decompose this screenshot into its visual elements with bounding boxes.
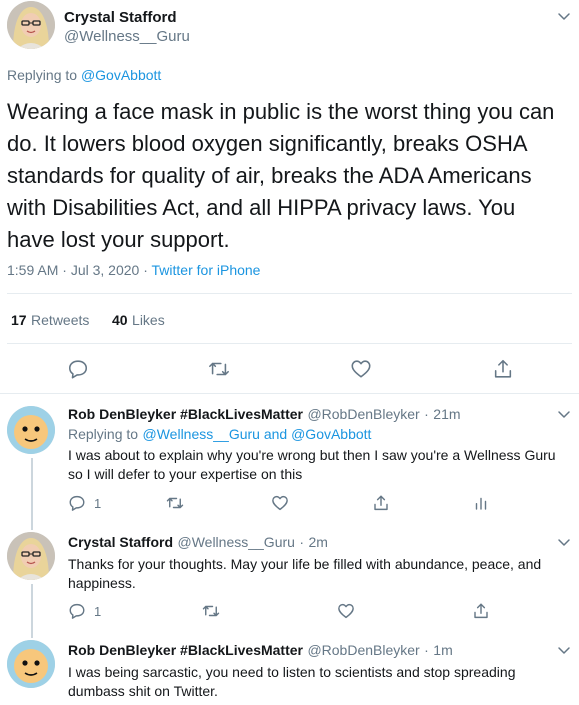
reply-count: 1 <box>94 495 102 511</box>
reply-header: Crystal Stafford @Wellness__Guru · 2m <box>68 534 328 552</box>
retweets-stat[interactable]: 17 Retweets <box>11 312 89 330</box>
reply-author-handle[interactable]: @RobDenBleyker <box>307 406 419 422</box>
tweet-time[interactable]: 1:59 AM <box>7 262 58 278</box>
time-separator: · <box>299 534 305 550</box>
reply-author-avatar[interactable] <box>7 640 55 688</box>
reply-author-handle[interactable]: @RobDenBleyker <box>307 642 419 658</box>
chevron-down-icon[interactable] <box>556 406 572 422</box>
thread-line <box>31 584 33 628</box>
main-tweet: Crystal Stafford @Wellness__Guru Replyin… <box>0 0 579 394</box>
time-separator: · <box>424 406 429 422</box>
chevron-down-icon[interactable] <box>556 8 572 24</box>
heart-icon[interactable] <box>350 358 372 380</box>
reply-header: Rob DenBleyker #BlackLivesMatter @RobDen… <box>68 406 461 424</box>
reply-header: Rob DenBleyker #BlackLivesMatter @RobDen… <box>68 642 453 660</box>
reply-author-avatar[interactable] <box>7 532 55 580</box>
thread-line <box>31 520 33 530</box>
replying-to-label: Replying to <box>7 67 78 83</box>
reply-text: I was being sarcastic, you need to liste… <box>68 664 516 699</box>
timestamp-separator: · <box>62 262 67 278</box>
replying-to-line: Replying to @GovAbbott <box>7 67 161 83</box>
time-separator: · <box>424 642 429 658</box>
replying-to-label: Replying to <box>68 426 139 442</box>
reply-time[interactable]: 1m <box>433 642 452 658</box>
author-handle[interactable]: @Wellness__Guru <box>64 28 190 45</box>
tweet-text: Wearing a face mask in public is the wor… <box>7 99 555 252</box>
reply-tweet[interactable]: Rob DenBleyker #BlackLivesMatter @RobDen… <box>0 394 579 520</box>
source-separator: · <box>143 262 148 278</box>
tweet-date[interactable]: Jul 3, 2020 <box>71 262 140 278</box>
tweet-source[interactable]: Twitter for iPhone <box>152 262 261 278</box>
chevron-down-icon[interactable] <box>556 642 572 658</box>
reply-author-name[interactable]: Rob DenBleyker #BlackLivesMatter <box>68 406 303 422</box>
likes-stat[interactable]: 40 Likes <box>112 312 165 330</box>
reply-icon[interactable] <box>68 602 86 620</box>
thread-line <box>31 458 33 520</box>
thread-line <box>31 628 33 638</box>
reply-author-handle[interactable]: @Wellness__Guru <box>177 534 294 550</box>
divider <box>7 293 572 294</box>
analytics-icon[interactable] <box>472 494 490 512</box>
author-avatar[interactable] <box>7 1 55 49</box>
retweet-icon[interactable] <box>166 494 184 512</box>
likes-count: 40 <box>112 312 128 328</box>
reply-author-name[interactable]: Rob DenBleyker #BlackLivesMatter <box>68 642 303 658</box>
reply-text: Thanks for your thoughts. May your life … <box>68 556 542 591</box>
reply-author-name[interactable]: Crystal Stafford <box>68 534 173 550</box>
retweet-icon[interactable] <box>208 358 230 380</box>
reply-count: 1 <box>94 603 102 619</box>
replying-to-link[interactable]: @Wellness__Guru and @GovAbbott <box>143 426 372 442</box>
heart-icon[interactable] <box>271 494 289 512</box>
heart-icon[interactable] <box>337 602 355 620</box>
reply-author-avatar[interactable] <box>7 406 55 454</box>
replying-to-line: Replying to @Wellness__Guru and @GovAbbo… <box>68 426 371 444</box>
retweets-label: Retweets <box>31 312 90 328</box>
likes-label: Likes <box>132 312 165 328</box>
reply-time[interactable]: 21m <box>433 406 460 422</box>
share-icon[interactable] <box>472 602 490 620</box>
retweets-count: 17 <box>11 312 27 328</box>
reply-action[interactable]: 1 <box>68 494 101 512</box>
share-icon[interactable] <box>372 494 390 512</box>
replying-to-link[interactable]: @GovAbbott <box>81 67 161 83</box>
author-name[interactable]: Crystal Stafford <box>64 9 177 26</box>
reply-text: I was about to explain why you're wrong … <box>68 447 556 482</box>
share-icon[interactable] <box>492 358 514 380</box>
retweet-icon[interactable] <box>202 602 220 620</box>
reply-tweet[interactable]: Rob DenBleyker #BlackLivesMatter @RobDen… <box>0 628 579 705</box>
reply-icon[interactable] <box>67 358 89 380</box>
reply-action[interactable]: 1 <box>68 602 101 620</box>
reply-time[interactable]: 2m <box>309 534 328 550</box>
chevron-down-icon[interactable] <box>556 534 572 550</box>
divider <box>7 343 572 344</box>
reply-tweet[interactable]: Crystal Stafford @Wellness__Guru · 2m Th… <box>0 520 579 628</box>
tweet-timestamp: 1:59 AM · Jul 3, 2020 · Twitter for iPho… <box>7 262 260 278</box>
reply-icon[interactable] <box>68 494 86 512</box>
